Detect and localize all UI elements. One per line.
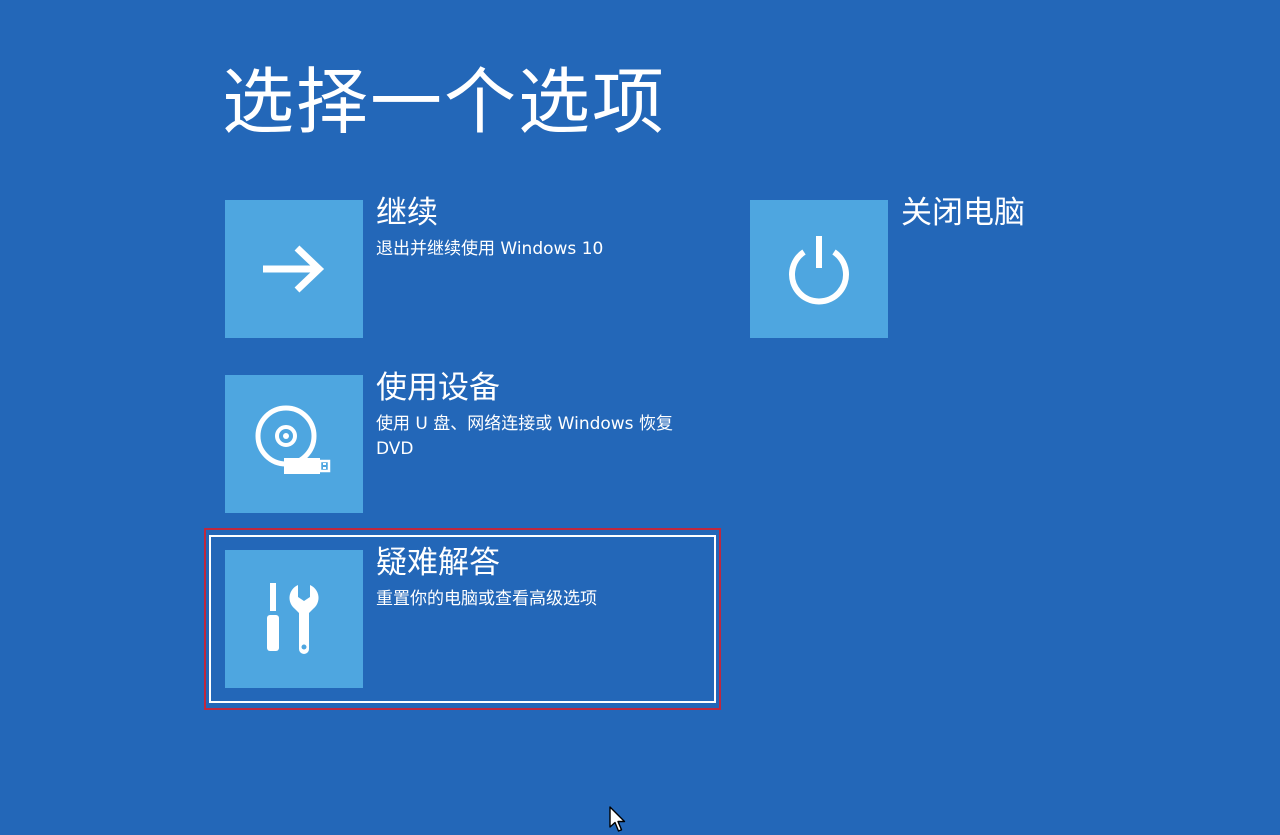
- continue-description: 退出并继续使用 Windows 10: [376, 239, 604, 259]
- continue-option[interactable]: 继续 退出并继续使用 Windows 10: [225, 195, 705, 338]
- continue-tile[interactable]: [225, 200, 363, 338]
- troubleshoot-label: 疑难解答: [376, 545, 500, 581]
- use-device-tile[interactable]: [225, 375, 363, 513]
- disc-usb-icon: [255, 405, 331, 474]
- troubleshoot-tile[interactable]: [225, 550, 363, 688]
- troubleshoot-option[interactable]: 疑难解答 重置你的电脑或查看高级选项: [225, 545, 705, 688]
- use-device-option[interactable]: 使用设备 使用 U 盘、网络连接或 Windows 恢复 DVD: [225, 370, 705, 513]
- mouse-cursor-icon: [609, 806, 626, 832]
- tools-icon: [267, 583, 319, 654]
- page-title: 选择一个选项: [222, 60, 667, 144]
- power-icon: [789, 236, 849, 305]
- shutdown-tile[interactable]: [750, 200, 888, 338]
- continue-label: 继续: [376, 195, 438, 231]
- shutdown-label: 关闭电脑: [901, 195, 1025, 231]
- arrow-right-icon: [263, 245, 325, 293]
- troubleshoot-description: 重置你的电脑或查看高级选项: [376, 589, 597, 609]
- shutdown-option[interactable]: 关闭电脑: [750, 195, 1050, 338]
- use-device-description: 使用 U 盘、网络连接或 Windows 恢复 DVD: [376, 414, 673, 459]
- use-device-label: 使用设备: [376, 370, 500, 406]
